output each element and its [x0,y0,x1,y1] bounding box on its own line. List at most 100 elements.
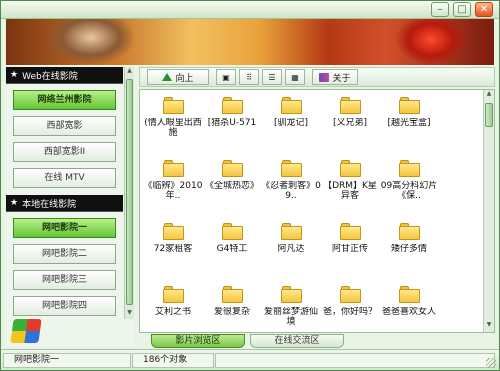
up-arrow-icon [162,73,173,81]
resize-grip-icon[interactable] [486,358,496,368]
folder-label: 【DRM】K星异客 [323,181,377,201]
large-icons-icon[interactable]: ▣ [216,69,236,85]
folder-label: (情人眼里出西施 [144,118,202,138]
status-empty-cell [215,352,495,368]
sidebar-item[interactable]: 网吧影院三 [13,270,116,290]
folder-label: [越光宝盒] [387,118,431,128]
folder-label: [猎杀U-571 [207,118,257,128]
folder-icon [280,223,302,240]
folder-label: 09高分科幻片《保.. [380,181,438,201]
folder-item[interactable]: 《忍者刺客》09.. [260,154,322,212]
folder-label: 矮仔多情 [390,244,427,254]
folder-icon [339,160,361,177]
tab-browse[interactable]: 影片浏览区 [151,334,245,348]
sidebar-item[interactable]: 在线 MTV [13,168,116,188]
scrollbar-thumb[interactable] [126,79,133,305]
folder-item[interactable]: 《全城热恋》 [201,154,263,212]
title-bar[interactable]: – □ ✕ [1,1,499,19]
app-logo [10,319,42,343]
about-button-label: 关于 [332,73,351,84]
up-button-label: 向上 [175,73,194,84]
folder-item[interactable]: 爸爸喜欢女人 [378,280,440,338]
folder-item[interactable]: [越光宝盒] [378,91,440,149]
sidebar-item[interactable]: 网吧影院二 [13,244,116,264]
folder-icon [398,160,420,177]
sidebar-item[interactable]: 西部宽影 [13,116,116,136]
folder-icon [339,286,361,303]
sidebar-section-web: ★ Web在线影院 [6,67,123,84]
folder-label: G4特工 [216,244,248,254]
folder-item[interactable]: 矮仔多情 [378,217,440,275]
about-button[interactable]: 关于 [312,69,358,85]
folder-label: 爸爸喜欢女人 [381,307,436,317]
scroll-down-icon[interactable]: ▼ [125,309,134,319]
folder-icon [280,286,302,303]
tab-chat[interactable]: 在线交流区 [250,334,344,348]
folder-item[interactable]: G4特工 [201,217,263,275]
sidebar-item[interactable]: 西部宽影II [13,142,116,162]
folder-label: 《全城热恋》 [204,181,259,191]
folder-item[interactable]: 阿甘正传 [319,217,381,275]
maximize-icon[interactable]: □ [453,2,471,17]
scroll-down-icon[interactable]: ▼ [484,321,494,332]
folder-icon [221,286,243,303]
folder-item[interactable]: 《临辨》2010年.. [142,154,204,212]
list-icon[interactable]: ☰ [262,69,282,85]
minimize-icon[interactable]: – [431,2,449,17]
folder-item[interactable]: 阿凡达 [260,217,322,275]
folder-item[interactable]: (情人眼里出西施 [142,91,204,149]
folder-label: [驯龙记] [273,118,309,128]
folder-item[interactable]: 艾利之书 [142,280,204,338]
folder-icon [162,97,184,114]
sidebar-section-local-label: 本地在线影院 [22,199,77,210]
folder-icon [339,97,361,114]
scrollbar-thumb[interactable] [485,103,493,127]
star-icon: ★ [10,198,19,208]
close-icon[interactable]: ✕ [475,2,493,17]
folder-item[interactable]: 爱丽丝梦游仙境 [260,280,322,338]
folder-item[interactable]: 爸，你好吗？ [319,280,381,338]
folder-item[interactable]: 爱很复杂 [201,280,263,338]
folder-icon [162,286,184,303]
scroll-up-icon[interactable]: ▲ [125,67,134,77]
sidebar-scrollbar[interactable]: ▲ ▼ [124,67,134,319]
details-icon[interactable]: ▦ [285,69,305,85]
folder-item[interactable]: [猎杀U-571 [201,91,263,149]
folder-item[interactable]: [驯龙记] [260,91,322,149]
toolbar: 向上 ▣ ⠿ ☰ ▦ 关于 [139,67,495,87]
folder-label: 《临辨》2010年.. [143,181,203,201]
up-button[interactable]: 向上 [147,69,209,85]
sidebar-section-web-label: Web在线影院 [22,71,78,82]
folder-item[interactable]: 09高分科幻片《保.. [378,154,440,212]
folder-item[interactable]: 【DRM】K星异客 [319,154,381,212]
folder-icon [398,97,420,114]
sidebar-item[interactable]: 网络兰州影院 [13,90,116,110]
banner-figure-right [396,19,466,65]
status-location: 网吧影院一 [3,352,131,368]
scroll-up-icon[interactable]: ▲ [484,90,494,101]
window-controls: – □ ✕ [431,2,493,17]
folder-label: 72家租客 [153,244,193,254]
folder-icon [398,223,420,240]
folder-icon [280,97,302,114]
file-grid: (情人眼里出西施 [猎杀U-571 [驯龙记] [义兄弟] [越光宝盒] 《临辨》2010… [140,90,484,332]
sidebar-item[interactable]: 网吧影院四 [13,296,116,316]
folder-item[interactable]: [义兄弟] [319,91,381,149]
file-browser: (情人眼里出西施 [猎杀U-571 [驯龙记] [义兄弟] [越光宝盒] 《临辨》2010… [139,89,495,333]
folder-label: 爱丽丝梦游仙境 [263,307,318,327]
sidebar-item[interactable]: 网吧影院一 [13,218,116,238]
small-icons-icon[interactable]: ⠿ [239,69,259,85]
book-icon [319,72,330,82]
folder-icon [280,160,302,177]
star-icon: ★ [10,70,19,80]
folder-item[interactable]: 72家租客 [142,217,204,275]
folder-icon [162,223,184,240]
folder-icon [162,160,184,177]
banner-figure-left [46,19,136,65]
folder-icon [221,160,243,177]
content-scrollbar[interactable]: ▲ ▼ [483,90,494,332]
folder-label: 艾利之书 [154,307,191,317]
local-cinema-list: 网吧影院一网吧影院二网吧影院三网吧影院四 [6,218,123,316]
sidebar: ★ Web在线影院 网络兰州影院 西部宽影西部宽影II 在线 MTV ★ 本地在线影… [6,67,134,347]
folder-icon [221,223,243,240]
